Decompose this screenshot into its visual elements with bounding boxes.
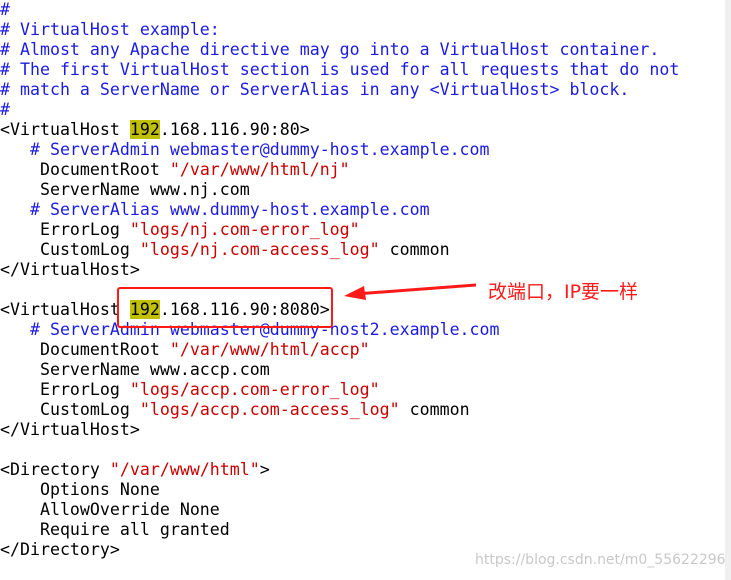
code-line: Require all granted	[0, 520, 679, 540]
code-line: # VirtualHost example:	[0, 20, 679, 40]
code-text: ServerName www.accp.com	[0, 360, 270, 379]
code-text: <Directory	[0, 460, 110, 479]
search-highlight: 192	[129, 120, 160, 139]
code-text: CustomLog	[0, 400, 140, 419]
comment-text: # ServerAlias www.dummy-host.example.com	[0, 200, 430, 219]
code-text: ErrorLog	[0, 220, 130, 239]
string-text: "logs/nj.com-access_log"	[139, 240, 380, 259]
code-text: ErrorLog	[0, 380, 130, 399]
code-line: CustomLog "logs/accp.com-access_log" com…	[0, 400, 679, 420]
code-line: #	[0, 100, 679, 120]
code-text: </VirtualHost>	[0, 260, 140, 279]
code-line: <VirtualHost 192.168.116.90:80>	[0, 120, 679, 140]
code-line: </VirtualHost>	[0, 420, 679, 440]
code-text: </Directory>	[0, 540, 120, 559]
code-text: common	[399, 400, 470, 419]
comment-text: # ServerAdmin webmaster@dummy-host.examp…	[0, 140, 490, 159]
string-text: "logs/accp.com-access_log"	[139, 400, 400, 419]
code-text: .168.116.90:80>	[159, 120, 310, 139]
code-text: AllowOverride None	[0, 500, 220, 519]
watermark: https://blog.csdn.net/m0_55622296	[475, 552, 726, 568]
comment-text: # VirtualHost example:	[0, 20, 220, 39]
string-text: "/var/www/html"	[109, 460, 260, 479]
code-line: DocumentRoot "/var/www/html/nj"	[0, 160, 679, 180]
code-line: # ServerAlias www.dummy-host.example.com	[0, 200, 679, 220]
code-line: <Directory "/var/www/html">	[0, 460, 679, 480]
string-text: "logs/accp.com-error_log"	[129, 380, 380, 399]
code-text: DocumentRoot	[0, 340, 170, 359]
code-text: </VirtualHost>	[0, 420, 140, 439]
annotation-arrow-icon	[344, 283, 477, 300]
code-line: DocumentRoot "/var/www/html/accp"	[0, 340, 679, 360]
comment-text: # Almost any Apache directive may go int…	[0, 40, 660, 59]
comment-text: #	[0, 100, 10, 119]
code-line: ServerName www.nj.com	[0, 180, 679, 200]
code-line: # match a ServerName or ServerAlias in a…	[0, 80, 679, 100]
comment-text: # The first VirtualHost section is used …	[0, 60, 680, 79]
code-line: AllowOverride None	[0, 500, 679, 520]
code-line: Options None	[0, 480, 679, 500]
code-text: Options None	[0, 480, 160, 499]
code-line: # Almost any Apache directive may go int…	[0, 40, 679, 60]
code-line: # ServerAdmin webmaster@dummy-host2.exam…	[0, 320, 679, 340]
code-text: <VirtualHost	[0, 120, 130, 139]
code-text: ServerName www.nj.com	[0, 180, 250, 199]
annotation-note: 改端口，IP要一样	[488, 281, 639, 303]
code-line: # ServerAdmin webmaster@dummy-host.examp…	[0, 140, 679, 160]
code-text: Require all granted	[0, 520, 230, 539]
code-line: ServerName www.accp.com	[0, 360, 679, 380]
annotation-highlight-box	[117, 287, 333, 328]
code-text: <VirtualHost	[0, 300, 130, 319]
code-line: ErrorLog "logs/accp.com-error_log"	[0, 380, 679, 400]
code-text: >	[259, 460, 270, 479]
code-text: CustomLog	[0, 240, 140, 259]
string-text: "/var/www/html/accp"	[169, 340, 370, 359]
code-line: # The first VirtualHost section is used …	[0, 60, 679, 80]
code-line: ErrorLog "logs/nj.com-error_log"	[0, 220, 679, 240]
code-line: CustomLog "logs/nj.com-access_log" commo…	[0, 240, 679, 260]
code-text: common	[379, 240, 450, 259]
string-text: "logs/nj.com-error_log"	[129, 220, 360, 239]
code-line: #	[0, 0, 679, 20]
comment-text: # match a ServerName or ServerAlias in a…	[0, 80, 630, 99]
string-text: "/var/www/html/nj"	[169, 160, 350, 179]
comment-text: #	[0, 0, 10, 19]
scrollbar[interactable]	[725, 0, 731, 580]
code-text: DocumentRoot	[0, 160, 170, 179]
